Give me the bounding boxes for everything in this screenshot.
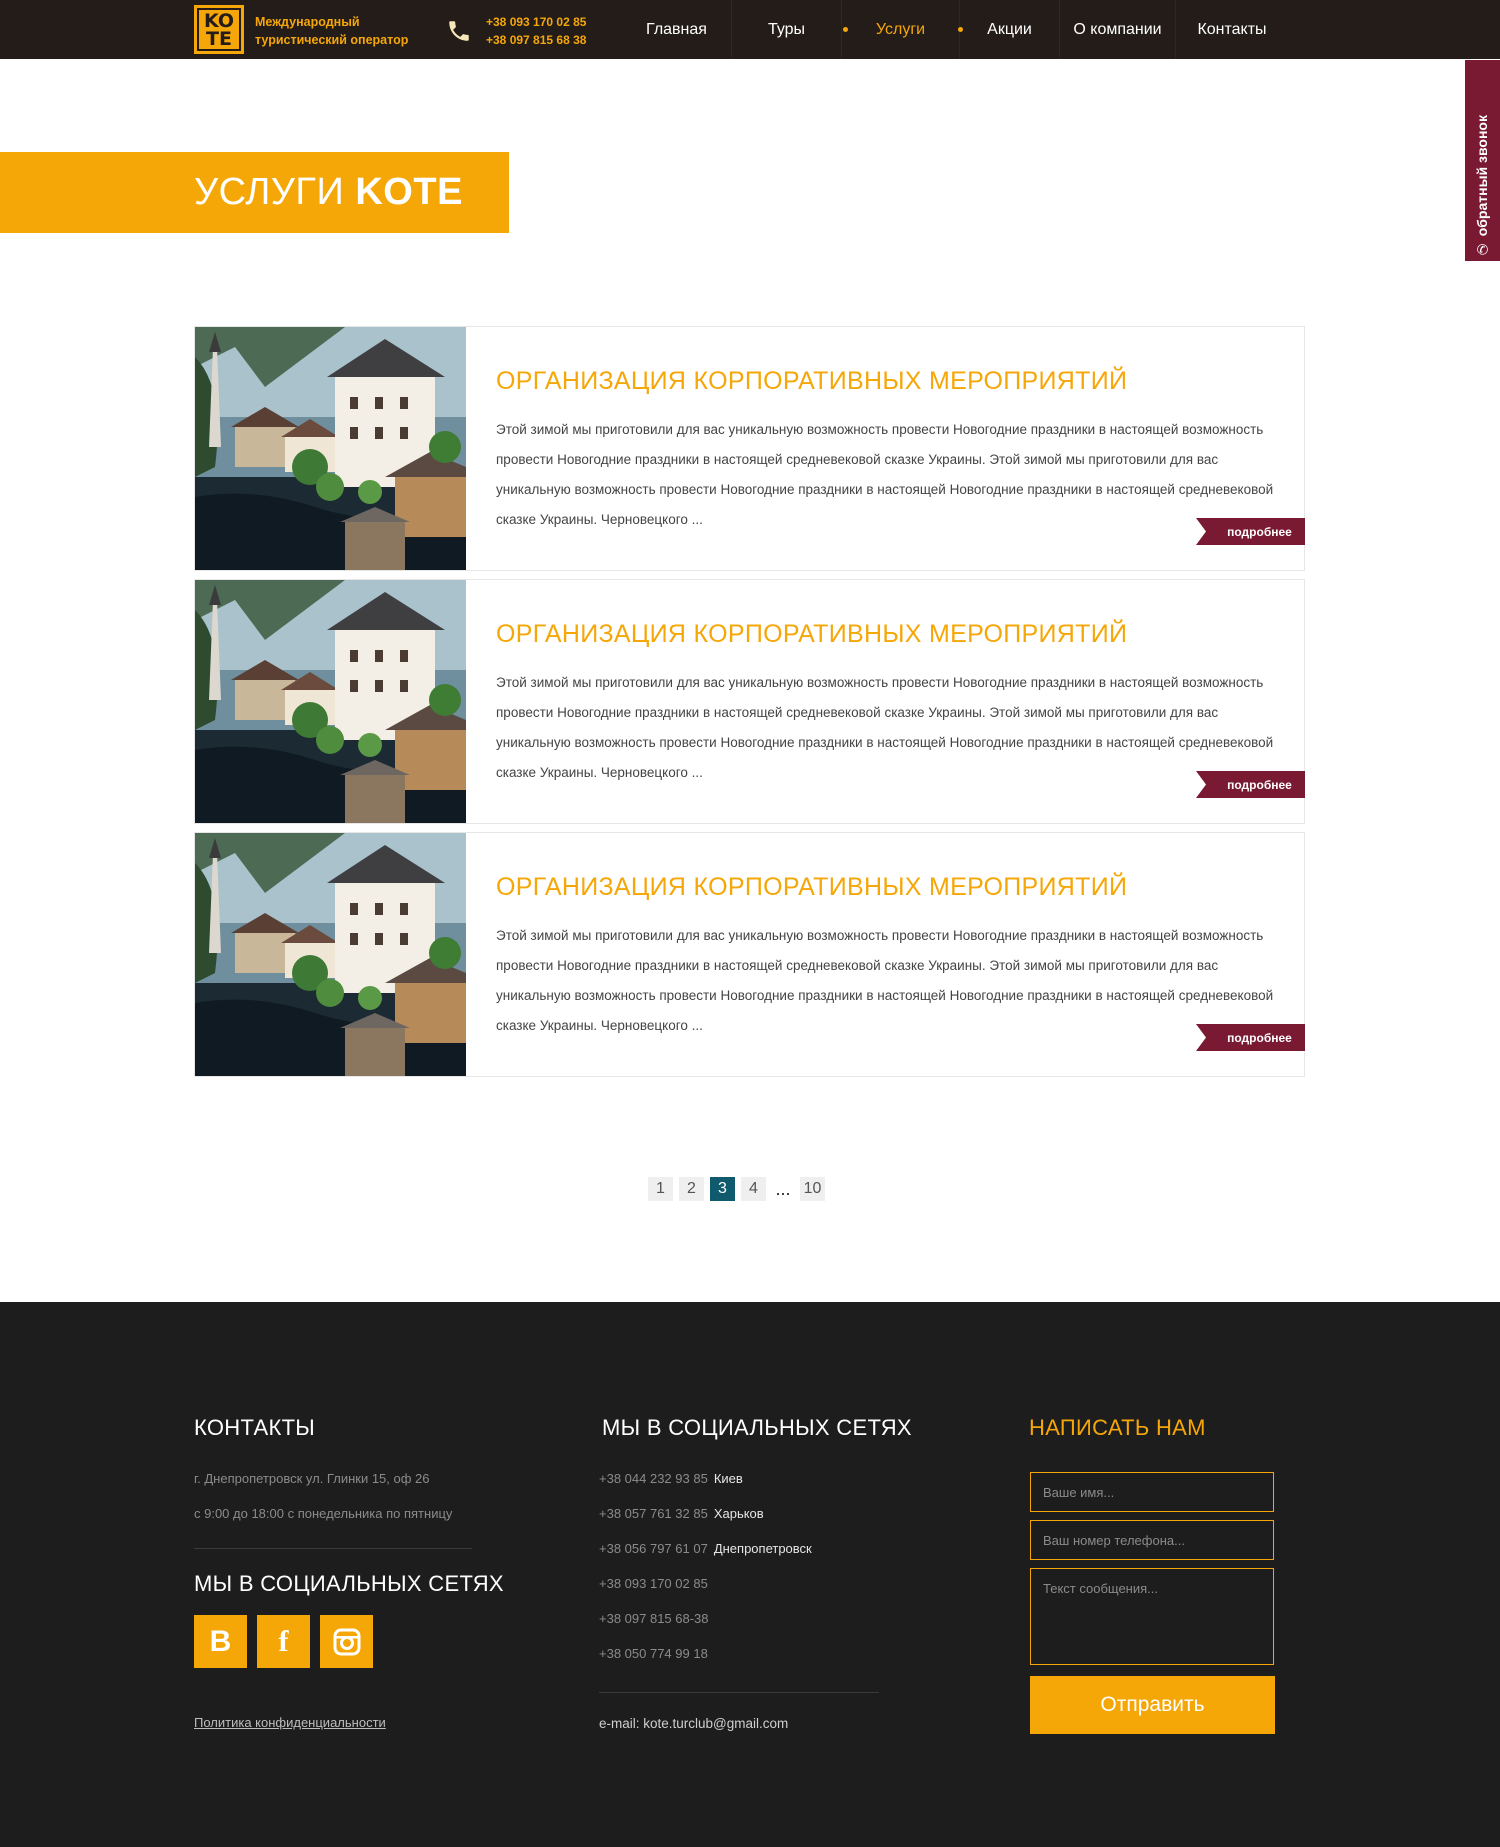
phone-number: +38 057 761 32 85 (599, 1506, 708, 1521)
service-card: ОРГАНИЗАЦИЯ КОРПОРАТИВНЫХ МЕРОПРИЯТИЙ Эт… (194, 326, 1305, 571)
footer-divider (599, 1692, 879, 1693)
phone-icon: ✆ (1476, 241, 1488, 258)
phone-number: +38 044 232 93 85 (599, 1471, 708, 1486)
service-image[interactable] (195, 580, 466, 823)
phone-city: Днепропетровск (713, 1541, 812, 1556)
nav-label: Туры (767, 20, 806, 38)
phone-city: Харьков (713, 1506, 764, 1521)
phone-city: Киев (713, 1471, 743, 1486)
logo[interactable]: KO TE (194, 5, 244, 54)
header-phone-1[interactable]: +38 093 170 02 85 (486, 13, 586, 31)
nav-item-about[interactable]: О компании (1060, 0, 1176, 59)
nav-item-home[interactable]: Главная (622, 0, 732, 59)
vk-icon: B (209, 1624, 232, 1658)
more-button[interactable]: подробнее (1196, 518, 1305, 545)
callback-text: обратный звонок (1474, 115, 1490, 237)
vk-button[interactable]: B (194, 1615, 247, 1668)
site-header: KO TE Международный туристический операт… (0, 0, 1500, 59)
tagline-line2: туристический оператор (255, 33, 409, 47)
page-title-bold: KOTE (355, 171, 463, 213)
page-last[interactable]: 10 (800, 1177, 825, 1201)
phone-icon (449, 21, 469, 41)
tagline-line1: Международный (255, 15, 360, 29)
page-title: УСЛУГИ KOTE (194, 172, 463, 212)
footer-contacts-heading: КОНТАКТЫ (194, 1415, 316, 1440)
pagination: 1 2 3 4 ... 10 (648, 1177, 825, 1201)
service-title[interactable]: ОРГАНИЗАЦИЯ КОРПОРАТИВНЫХ МЕРОПРИЯТИЙ (496, 620, 1127, 649)
footer-phone-row[interactable]: +38 057 761 32 85 Харьков (599, 1506, 764, 1521)
footer-divider (194, 1548, 472, 1549)
more-button[interactable]: подробнее (1196, 1024, 1305, 1051)
page-1[interactable]: 1 (648, 1177, 673, 1201)
footer-phones-heading: МЫ В СОЦИАЛЬНЫХ СЕТЯХ (602, 1415, 912, 1440)
logo-text-bottom: TE (206, 27, 232, 50)
service-title[interactable]: ОРГАНИЗАЦИЯ КОРПОРАТИВНЫХ МЕРОПРИЯТИЙ (496, 873, 1127, 902)
tagline: Международный туристический оператор (255, 13, 435, 49)
footer-phone-row[interactable]: +38 050 774 99 18 (599, 1646, 708, 1661)
nav-item-contacts[interactable]: Контакты (1176, 0, 1288, 59)
service-description: Этой зимой мы приготовили для вас уникал… (496, 675, 1274, 780)
footer-phone-row[interactable]: +38 056 797 61 07 Днепропетровск (599, 1541, 812, 1556)
nav-item-services[interactable]: Услуги (842, 0, 963, 59)
facebook-button[interactable]: f (257, 1615, 310, 1668)
footer-phone-row[interactable]: +38 044 232 93 85 Киев (599, 1471, 743, 1486)
nav-item-promotions[interactable]: Акции (960, 0, 1060, 59)
header-phones: +38 093 170 02 85 +38 097 815 68 38 (486, 13, 586, 49)
privacy-policy-link[interactable]: Политика конфиденциальности (194, 1715, 386, 1730)
footer-phone-row[interactable]: +38 093 170 02 85 (599, 1576, 708, 1591)
page-4[interactable]: 4 (741, 1177, 766, 1201)
callback-label: ✆ обратный звонок (1471, 68, 1493, 258)
page-title-band: УСЛУГИ KOTE (0, 152, 509, 233)
footer-phone-row[interactable]: +38 097 815 68-38 (599, 1611, 709, 1626)
service-image[interactable] (195, 327, 466, 570)
header-phone-2[interactable]: +38 097 815 68 38 (486, 31, 586, 49)
page-title-light: УСЛУГИ (194, 171, 356, 213)
name-input[interactable] (1030, 1472, 1274, 1512)
page-ellipsis: ... (775, 1178, 791, 1199)
phone-number: +38 097 815 68-38 (599, 1611, 709, 1626)
message-textarea[interactable] (1030, 1568, 1274, 1665)
service-image[interactable] (195, 833, 466, 1076)
contact-form-heading: НАПИСАТЬ НАМ (1029, 1415, 1206, 1440)
service-description: Этой зимой мы приготовили для вас уникал… (496, 422, 1274, 527)
footer-email[interactable]: e-mail: kote.turclub@gmail.com (599, 1716, 788, 1731)
nav-label: Услуги (875, 20, 926, 38)
phone-number: +38 056 797 61 07 (599, 1541, 708, 1556)
nav-label: О компании (1073, 20, 1162, 38)
nav-item-tours[interactable]: Туры (732, 0, 842, 59)
service-description: Этой зимой мы приготовили для вас уникал… (496, 928, 1274, 1033)
page-3-current[interactable]: 3 (710, 1177, 735, 1201)
phone-input[interactable] (1030, 1520, 1274, 1560)
page-2[interactable]: 2 (679, 1177, 704, 1201)
footer-address: г. Днепропетровск ул. Глинки 15, оф 26 (194, 1471, 430, 1486)
send-button[interactable]: Отправить (1030, 1676, 1275, 1734)
main-nav: Главная Туры Услуги Акции О компании Кон… (622, 0, 1288, 59)
nav-label: Главная (646, 20, 707, 38)
nav-label: Контакты (1197, 20, 1267, 38)
service-title[interactable]: ОРГАНИЗАЦИЯ КОРПОРАТИВНЫХ МЕРОПРИЯТИЙ (496, 367, 1127, 396)
more-button[interactable]: подробнее (1196, 771, 1305, 798)
callback-tab[interactable]: ✆ обратный звонок (1465, 60, 1500, 261)
service-card: ОРГАНИЗАЦИЯ КОРПОРАТИВНЫХ МЕРОПРИЯТИЙ Эт… (194, 832, 1305, 1077)
instagram-button[interactable] (320, 1615, 373, 1668)
phone-number: +38 050 774 99 18 (599, 1646, 708, 1661)
facebook-icon: f (278, 1624, 289, 1658)
phone-number: +38 093 170 02 85 (599, 1576, 708, 1591)
logo-text-top: KO (203, 9, 235, 32)
more-label: подробнее (1227, 524, 1292, 539)
footer-hours: с 9:00 до 18:00 с понедельника по пятниц… (194, 1506, 453, 1521)
more-label: подробнее (1227, 777, 1292, 792)
more-label: подробнее (1227, 1030, 1292, 1045)
service-card: ОРГАНИЗАЦИЯ КОРПОРАТИВНЫХ МЕРОПРИЯТИЙ Эт… (194, 579, 1305, 824)
nav-dot-left (843, 27, 848, 32)
nav-label: Акции (987, 20, 1032, 38)
footer-social-heading: МЫ В СОЦИАЛЬНЫХ СЕТЯХ (194, 1571, 504, 1596)
instagram-icon (333, 1628, 360, 1655)
